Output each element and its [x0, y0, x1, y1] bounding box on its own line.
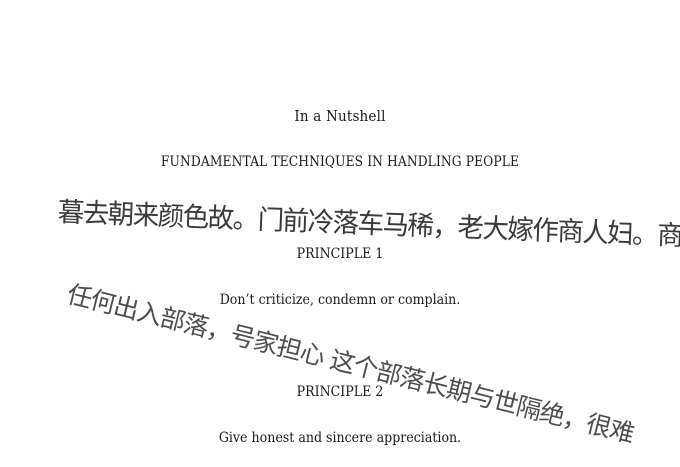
principle-2-text: Give honest and sincere appreciation. — [218, 430, 462, 446]
principle-1-heading: PRINCIPLE 1 — [296, 246, 384, 262]
document-title: In a Nutshell — [294, 107, 386, 125]
document-page: In a Nutshell FUNDAMENTAL TECHNIQUES IN … — [0, 0, 680, 467]
document-subtitle: FUNDAMENTAL TECHNIQUES IN HANDLING PEOPL… — [160, 154, 520, 170]
